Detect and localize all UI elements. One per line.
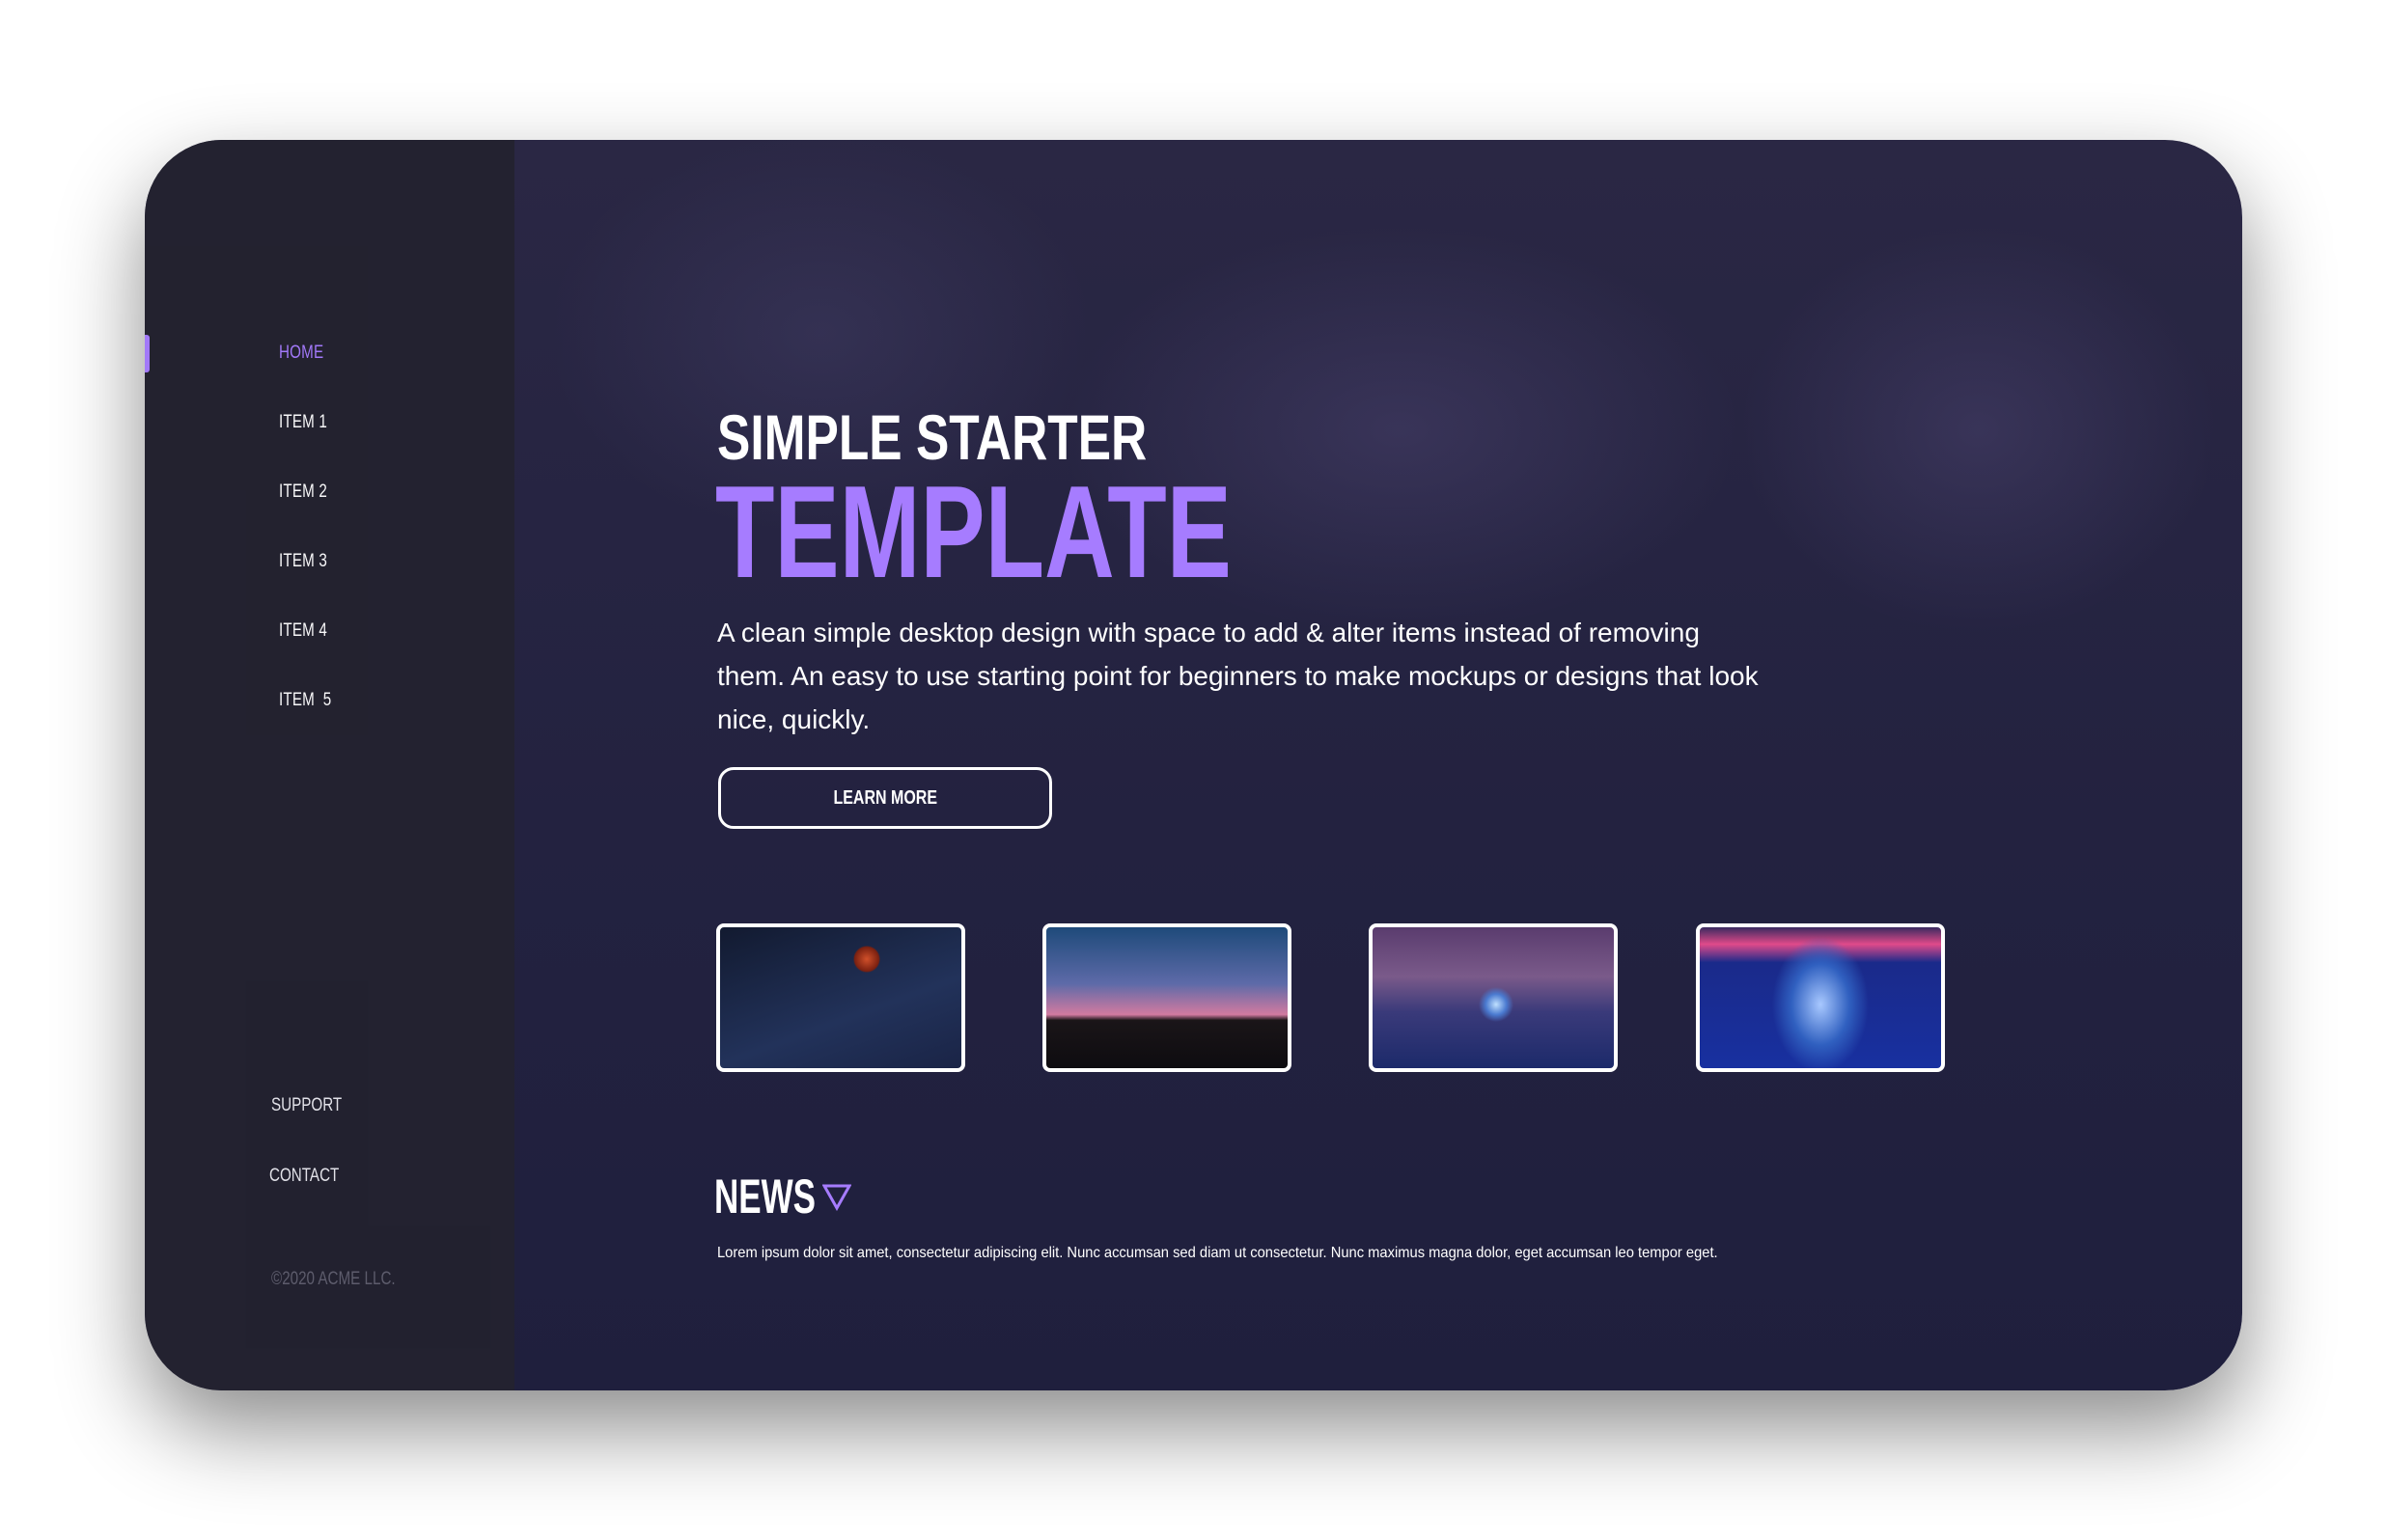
news-heading: NEWS (714, 1169, 816, 1224)
contact-link[interactable]: CONTACT (269, 1166, 339, 1187)
gallery-thumb-moon[interactable] (716, 923, 965, 1072)
learn-more-label: LEARN MORE (833, 786, 937, 809)
hero-description: A clean simple desktop design with space… (717, 618, 1759, 734)
gallery-thumb-sky[interactable] (1042, 923, 1291, 1072)
triangle-down-icon[interactable] (822, 1184, 851, 1211)
active-indicator (145, 335, 150, 372)
nav-item-4[interactable]: ITEM 4 (279, 620, 327, 642)
sidebar: HOME ITEM 1 ITEM 2 ITEM 3 ITEM 4 ITEM 5 … (145, 140, 514, 1390)
nav-item-3[interactable]: ITEM 3 (279, 551, 327, 572)
hero-title-line2: TEMPLATE (715, 458, 1232, 605)
copyright: ©2020 ACME LLC. (271, 1269, 396, 1289)
learn-more-button[interactable]: LEARN MORE (718, 767, 1052, 829)
support-link[interactable]: SUPPORT (271, 1095, 342, 1116)
nav-home[interactable]: HOME (279, 343, 323, 364)
nav-item-5[interactable]: ITEM 5 (279, 690, 331, 711)
gallery-thumb-orb[interactable] (1369, 923, 1618, 1072)
nav-item-2[interactable]: ITEM 2 (279, 481, 327, 503)
nav-item-1[interactable]: ITEM 1 (279, 412, 327, 433)
news-text: Lorem ipsum dolor sit amet, consectetur … (717, 1245, 1718, 1261)
app-window: HOME ITEM 1 ITEM 2 ITEM 3 ITEM 4 ITEM 5 … (145, 140, 2242, 1390)
gallery-thumb-robot[interactable] (1696, 923, 1945, 1072)
